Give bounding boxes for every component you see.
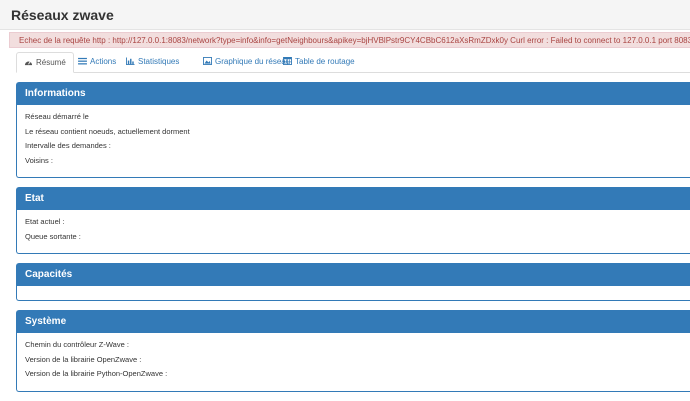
panel-title: Informations (17, 83, 690, 105)
panel-body (17, 286, 690, 291)
tab-actions[interactable]: Actions (71, 52, 123, 72)
tab-label: Statistiques (138, 57, 180, 66)
systeme-openzwave-version: Version de la librairie OpenZwave : (25, 354, 142, 364)
panel-systeme: Système Chemin du contrôleur Z-Wave : Ve… (16, 310, 690, 392)
panel-informations: Informations Réseau démarré le Le réseau… (16, 82, 690, 178)
list-icon (78, 57, 87, 65)
tab-label: Table de routage (295, 57, 355, 66)
info-node-count: Le réseau contient noeuds, actuellement … (25, 126, 190, 136)
tab-label: Actions (90, 57, 117, 66)
panel-title: Etat (17, 188, 690, 210)
panel-body: Réseau démarré le Le réseau contient noe… (17, 105, 690, 168)
bar-chart-icon (126, 57, 135, 65)
info-network-started: Réseau démarré le (25, 112, 89, 121)
panel-body: Etat actuel : Queue sortante : (17, 210, 690, 244)
page-title: Réseaux zwave (11, 7, 114, 23)
etat-current-state: Etat actuel : (25, 217, 65, 226)
image-icon (203, 57, 212, 65)
tab-table-de-routage[interactable]: Table de routage (276, 52, 362, 72)
info-request-interval: Intervalle des demandes : (25, 141, 111, 151)
panel-title: Système (17, 311, 690, 333)
dashboard-icon (24, 61, 33, 66)
error-alert: Echec de la requête http : http://127.0.… (9, 32, 690, 48)
tab-resume[interactable]: Résumé (16, 52, 74, 73)
etat-outgoing-queue: Queue sortante : (25, 231, 81, 241)
panel-title: Capacités (17, 264, 690, 286)
systeme-controller-path: Chemin du contrôleur Z-Wave : (25, 340, 129, 349)
page: Réseaux zwave Echec de la requête http :… (0, 0, 690, 401)
systeme-python-openzwave-version: Version de la librairie Python-OpenZwave… (25, 369, 168, 379)
tab-statistiques[interactable]: Statistiques (119, 52, 186, 72)
tab-label: Résumé (36, 58, 66, 67)
info-neighbours: Voisins : (25, 155, 53, 165)
table-icon (283, 57, 292, 65)
panel-etat: Etat Etat actuel : Queue sortante : (16, 187, 690, 254)
page-header: Réseaux zwave (0, 0, 690, 30)
panel-capacites: Capacités (16, 263, 690, 301)
panel-body: Chemin du contrôleur Z-Wave : Version de… (17, 333, 690, 382)
tab-bar: Résumé Actions Statistiques Graphique du… (16, 52, 690, 73)
